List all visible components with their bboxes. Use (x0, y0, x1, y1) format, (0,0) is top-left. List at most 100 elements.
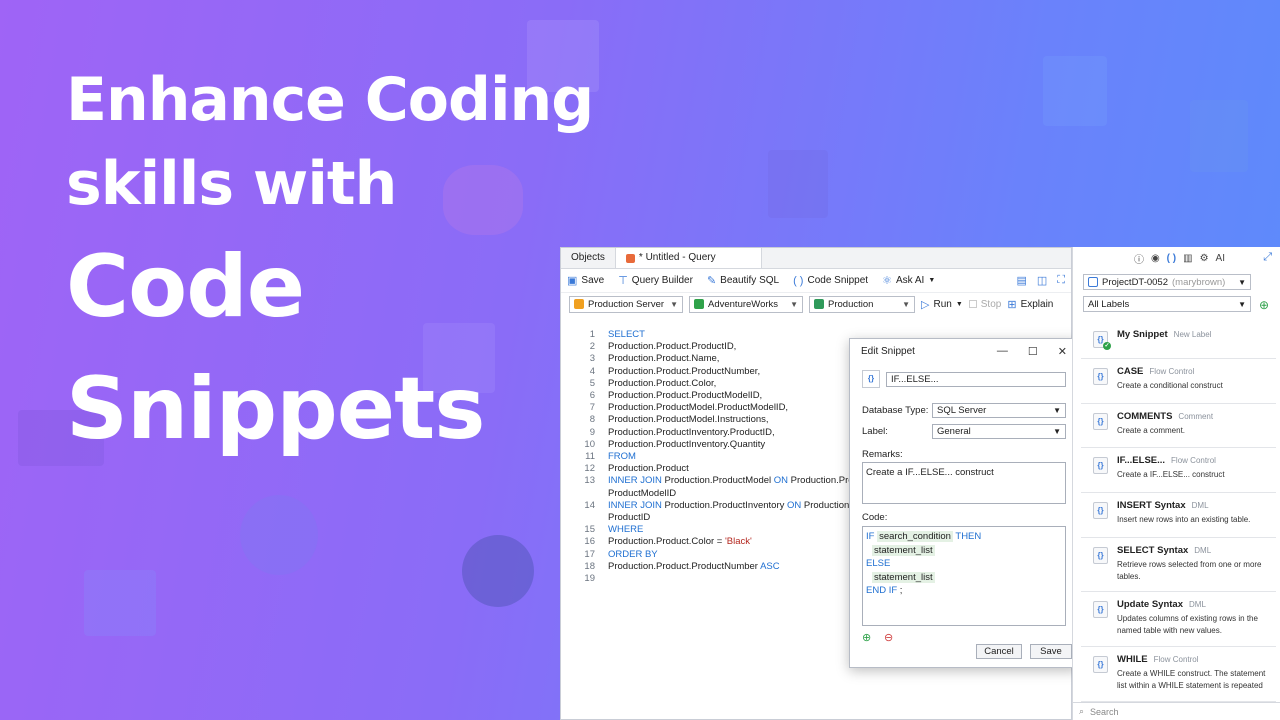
snippet-name-input[interactable]: IF...ELSE... (886, 371, 1066, 387)
label-select[interactable]: General ▼ (932, 424, 1066, 439)
snippet-item[interactable]: {} WHILE Flow Control Create a WHILE constr… (1081, 647, 1276, 702)
code-token: Production.Product.ProductNumber (608, 560, 761, 572)
database-type-value: SQL Server (937, 405, 987, 416)
tab-bar: Objects * Untitled - Query (561, 248, 1071, 269)
line-number: 8 (589, 414, 595, 426)
snippet-category: DML (1189, 600, 1206, 609)
code-token: Production.Product.ProductID, (608, 341, 737, 353)
search-input[interactable]: Search (1090, 707, 1119, 717)
close-icon[interactable]: ✕ (1058, 345, 1067, 358)
snippet-description: Create a WHILE construct. The statement … (1117, 669, 1266, 690)
remarks-textarea[interactable]: Create a IF...ELSE... construct (862, 462, 1066, 504)
maximize-icon[interactable]: ☐ (1028, 345, 1038, 358)
run-button[interactable]: ▷ Run ▼ (921, 298, 963, 311)
line-number: 5 (589, 377, 595, 389)
code-text: Production.ProductInventory.Quantity (608, 439, 765, 451)
snippet-icon: {} (1093, 368, 1108, 385)
line-number: 11 (585, 451, 595, 462)
code-placeholder[interactable]: statement_list (872, 571, 935, 583)
labels-value: All Labels (1088, 298, 1130, 310)
database-icon (694, 299, 704, 309)
line-number: 13 (584, 475, 595, 487)
project-value: ProjectDT-0052 (1102, 276, 1169, 288)
snippet-item[interactable]: {} INSERT Syntax DML Insert new rows into a… (1081, 493, 1276, 538)
add-snippet-icon[interactable]: ⊕ (1259, 298, 1269, 312)
add-placeholder-icon[interactable]: ⊕ (862, 631, 871, 644)
project-select[interactable]: ProjectDT-0052 (marybrown) ▼ (1083, 274, 1251, 290)
chevron-down-icon: ▼ (1053, 406, 1061, 415)
code-token: Production.Pro (788, 475, 854, 487)
layout-icon[interactable]: ▤ (1016, 274, 1026, 287)
background-decoration (462, 535, 534, 607)
schema-select[interactable]: Production ▼ (809, 295, 915, 313)
snippet-name: INSERT Syntax DML (1117, 500, 1272, 511)
snippet-name: WHILE Flow Control (1117, 654, 1272, 665)
code-token: Production.Product.ProductModelID, (608, 390, 763, 401)
line-number: 14 (584, 499, 595, 511)
info-icon[interactable]: ⓘ (1134, 251, 1144, 266)
save-button[interactable]: ▣ Save (567, 274, 604, 287)
code-snippet-button[interactable]: ( ) Code Snippet (793, 275, 868, 287)
code-placeholder[interactable]: search_condition (877, 531, 953, 542)
code-token: ProductID (608, 512, 651, 523)
split-view-icon[interactable]: ◫ (1037, 274, 1047, 287)
explain-button[interactable]: ⊞ Explain (1007, 298, 1053, 311)
settings-icon[interactable]: ⚙ (1200, 253, 1209, 264)
background-decoration (1190, 100, 1248, 172)
preview-icon[interactable]: ◉ (1151, 253, 1160, 264)
snippet-title: IF...ELSE... (1117, 455, 1166, 466)
stop-button[interactable]: Stop (968, 299, 1001, 310)
tab-untitled-query[interactable]: * Untitled - Query (615, 248, 762, 268)
snippet-item[interactable]: {} COMMENTS Comment Create a comment. (1081, 404, 1276, 448)
snippet-item[interactable]: {} CASE Flow Control Create a conditional c… (1081, 359, 1276, 404)
snippet-search[interactable]: ⌕ Search (1073, 702, 1280, 720)
snippet-title: My Snippet (1117, 329, 1168, 340)
expand-icon[interactable]: ⤢ (1263, 251, 1272, 264)
code-snippet-panel: ⓘ ◉ ( ) ▥ ⚙ AI ⤢ ProjectDT-0052 (marybro… (1072, 247, 1280, 720)
snippet-category: DML (1194, 546, 1212, 555)
line-number: 9 (589, 426, 595, 438)
server-select[interactable]: Production Server ▼ (569, 295, 683, 313)
snippet-item[interactable]: {} SELECT Syntax DML Retrieve rows selected… (1081, 538, 1276, 592)
search-icon: ⌕ (1079, 706, 1085, 716)
save-button[interactable]: Save (1030, 644, 1072, 659)
chevron-down-icon: ▼ (955, 300, 963, 308)
fullscreen-icon[interactable]: ⛶ (1057, 274, 1065, 287)
database-type-label: Database Type: (862, 405, 929, 416)
query-builder-button[interactable]: ⊤ Query Builder (618, 274, 693, 287)
line-number: 6 (589, 390, 595, 401)
code-string: 'Black' (724, 536, 752, 548)
remove-placeholder-icon[interactable]: ⊖ (884, 631, 893, 644)
code-token: Production. (801, 499, 852, 511)
server-icon (574, 299, 584, 309)
tab-objects[interactable]: Objects (561, 248, 616, 268)
code-textarea[interactable]: IF search_condition THEN statement_list … (862, 526, 1066, 626)
code-text: Production.Product.Color, (608, 378, 716, 390)
code-snippet-icon[interactable]: ( ) (1167, 253, 1176, 264)
snippet-item[interactable]: {} Update Syntax DML Updates columns of exi… (1081, 592, 1276, 647)
library-icon[interactable]: ▥ (1183, 253, 1192, 264)
code-token: Production.ProductModel.Instructions, (608, 414, 769, 426)
cancel-button[interactable]: Cancel (976, 644, 1022, 659)
snippet-name: COMMENTS Comment (1117, 411, 1272, 422)
snippet-item[interactable]: {} IF...ELSE... Flow Control Create a IF...… (1081, 448, 1276, 493)
code-token: Production.Product.Name, (608, 353, 720, 365)
code-placeholder[interactable]: statement_list (872, 544, 935, 556)
database-select[interactable]: AdventureWorks ▼ (689, 295, 803, 313)
ai-icon: ⚛ (882, 275, 892, 287)
code-keyword: WHERE (608, 524, 644, 536)
line-number: 2 (589, 341, 595, 353)
line-number: 19 (584, 573, 595, 584)
ask-ai-button[interactable]: ⚛ Ask AI ▼ (882, 274, 935, 287)
database-type-select[interactable]: SQL Server ▼ (932, 403, 1066, 418)
stop-icon (968, 300, 977, 308)
snippet-item[interactable]: {} ✓ My Snippet New Label (1081, 322, 1276, 359)
line-number: 1 (589, 329, 595, 340)
minimize-icon[interactable]: — (997, 345, 1008, 358)
snippet-title: COMMENTS (1117, 411, 1173, 422)
beautify-sql-button[interactable]: ✎ Beautify SQL (707, 274, 779, 287)
code-text: Production.Product.Color = 'Black' (608, 536, 752, 548)
labels-select[interactable]: All Labels ▼ (1083, 296, 1251, 312)
snippet-icon: {} (1093, 413, 1108, 430)
ai-icon[interactable]: AI (1216, 253, 1225, 264)
